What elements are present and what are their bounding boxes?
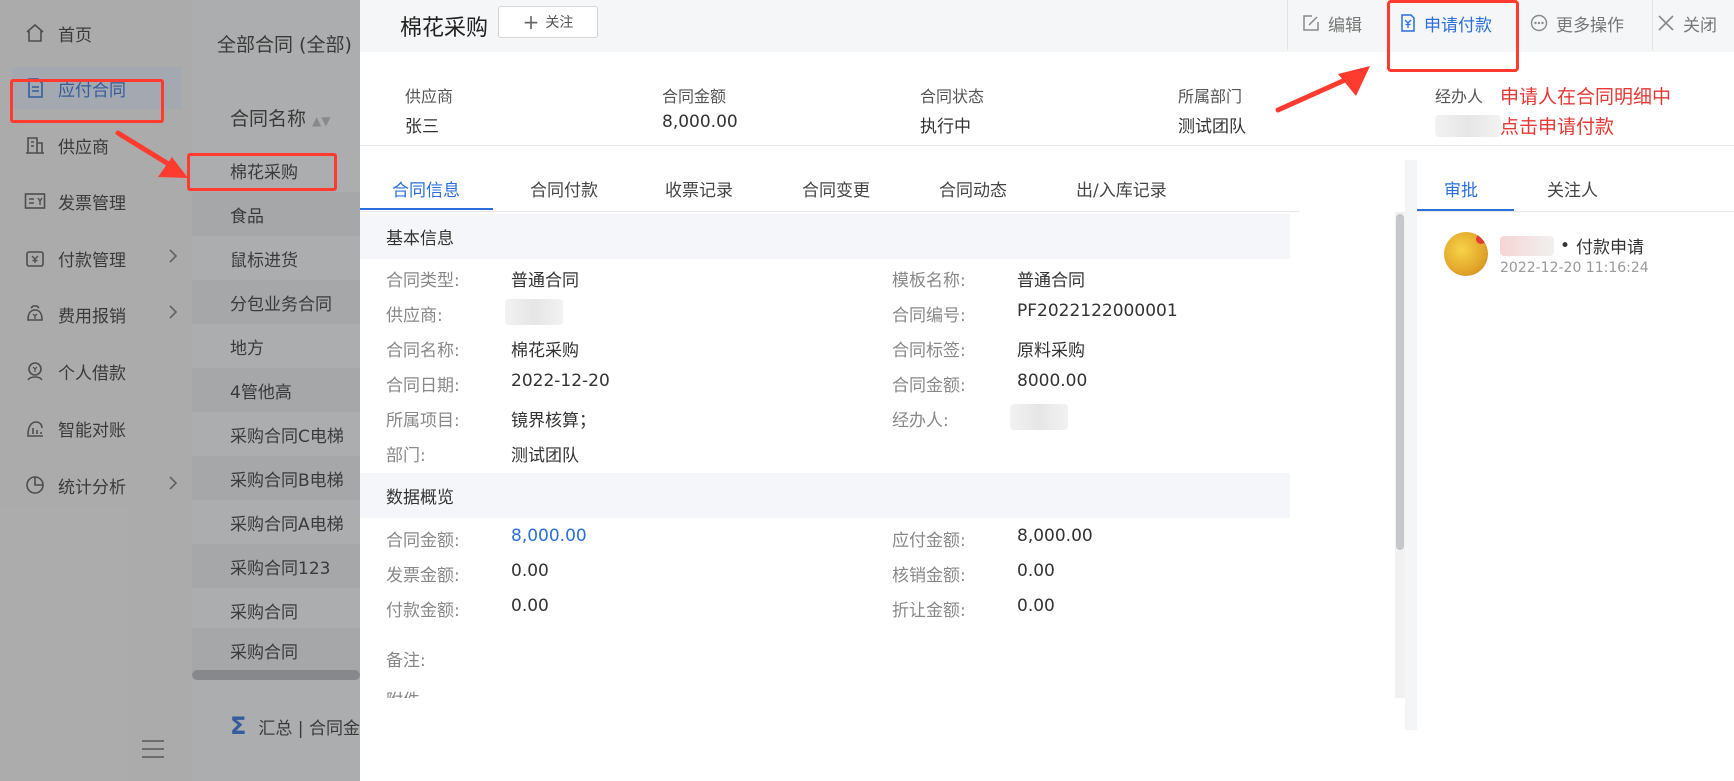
field-value: 棉花采购 [511, 341, 579, 361]
field-label: 合同金额: [386, 531, 460, 551]
field-label: 所属项目: [386, 411, 460, 431]
summary-amount-label: 合同金额 [662, 87, 727, 106]
close-label: 关闭 [1683, 15, 1717, 36]
divider [1287, 0, 1288, 50]
drawer-title: 棉花采购 [400, 16, 489, 41]
tab-followers[interactable]: 关注人 [1547, 176, 1598, 201]
highlight-box-nav [10, 79, 164, 123]
summary-amount-value: 8,000.00 [662, 112, 738, 132]
summary-handler-label: 经办人 [1435, 87, 1484, 106]
remark-label: 备注: [386, 651, 426, 671]
summary-supplier-value: 张三 [405, 117, 439, 137]
more-actions-label: 更多操作 [1556, 15, 1624, 36]
summary-dept-value: 测试团队 [1178, 117, 1246, 137]
close-icon [1657, 14, 1675, 32]
summary-status-label: 合同状态 [920, 87, 985, 106]
contract-detail-drawer: 棉花采购 + 关注 编辑 申请付款 更多操作 关闭 供应商 张三 合同金额 8,0… [360, 0, 1734, 781]
approval-time: 2022-12-20 11:16:24 [1500, 260, 1649, 276]
field-label: 发票金额: [386, 566, 460, 586]
approval-title: 付款申请 [1576, 238, 1645, 258]
field-value: 0.00 [511, 596, 549, 616]
contract-amount-link[interactable]: 8,000.00 [511, 526, 587, 546]
contract-info-panel: 基本信息 合同类型: 普通合同 模板名称: 普通合同 供应商: 合同编号: PF… [360, 212, 1300, 698]
field-label: 合同金额: [892, 376, 966, 396]
drawer-header: 棉花采购 + 关注 编辑 申请付款 更多操作 关闭 [360, 0, 1734, 52]
active-tab-indicator [1417, 209, 1514, 211]
field-value-redacted [505, 299, 563, 330]
field-value: 8,000.00 [1017, 526, 1093, 546]
annotation-text: 申请人在合同明细中 点击申请付款 [1500, 82, 1671, 142]
redacted-block [1500, 235, 1554, 256]
field-label: 合同编号: [892, 306, 966, 326]
section-data-overview: 数据概览 [360, 473, 1290, 518]
field-value: 2022-12-20 [511, 371, 610, 391]
annotation-line: 点击申请付款 [1500, 116, 1615, 138]
field-value: 普通合同 [1017, 271, 1085, 291]
field-value: 原料采购 [1017, 341, 1085, 361]
more-actions-button[interactable]: 更多操作 [1530, 0, 1624, 46]
redacted-block [1435, 115, 1501, 137]
field-label: 部门: [386, 446, 426, 466]
field-value: 测试团队 [511, 446, 579, 466]
highlight-box-apply-payment [1387, 0, 1519, 72]
field-label: 经办人: [892, 411, 949, 431]
tab-approval[interactable]: 审批 [1444, 176, 1478, 201]
follow-button[interactable]: + 关注 [498, 6, 598, 38]
redacted-block [1010, 404, 1068, 430]
plus-icon: + [522, 10, 540, 34]
edit-icon [1302, 14, 1320, 32]
tab-contract-activity[interactable]: 合同动态 [939, 176, 1007, 201]
summary-status-value: 执行中 [920, 117, 971, 137]
redacted-block [505, 299, 563, 325]
edit-button[interactable]: 编辑 [1302, 0, 1362, 46]
field-label: 折让金额: [892, 601, 966, 621]
tab-contract-payment[interactable]: 合同付款 [530, 176, 598, 201]
detail-tabs: 合同信息 合同付款 收票记录 合同变更 合同动态 出/入库记录 [360, 160, 1300, 212]
summary-supplier-label: 供应商 [405, 87, 454, 106]
tab-invoice-records[interactable]: 收票记录 [665, 176, 733, 201]
tab-contract-info[interactable]: 合同信息 [392, 176, 460, 201]
summary-dept-label: 所属部门 [1178, 87, 1243, 106]
side-tabs: 审批 关注人 [1417, 160, 1734, 212]
field-value: 8000.00 [1017, 371, 1088, 391]
section-basic-info: 基本信息 [360, 214, 1290, 259]
divider [1652, 0, 1653, 50]
active-tab-indicator [360, 208, 493, 210]
field-value: 0.00 [1017, 561, 1055, 581]
highlight-box-list [187, 153, 337, 191]
field-label: 核销金额: [892, 566, 966, 586]
summary-handler-value-redacted [1435, 115, 1501, 142]
edit-label: 编辑 [1328, 15, 1362, 36]
avatar [1444, 232, 1488, 276]
panel-divider [1405, 160, 1417, 730]
field-label: 合同日期: [386, 376, 460, 396]
field-label: 供应商: [386, 306, 443, 326]
field-label: 合同标签: [892, 341, 966, 361]
separator-dot: • [1560, 235, 1571, 256]
divider [360, 145, 1734, 146]
field-label: 付款金额: [386, 601, 460, 621]
field-value: 0.00 [511, 561, 549, 581]
field-value: 镜界核算； [511, 411, 596, 431]
field-label: 模板名称: [892, 271, 966, 291]
tab-stock-records[interactable]: 出/入库记录 [1076, 176, 1167, 201]
field-value: PF2022122000001 [1017, 301, 1178, 321]
field-value: 0.00 [1017, 596, 1055, 616]
field-label: 合同名称: [386, 341, 460, 361]
attachment-label: 附件 [386, 686, 420, 698]
approval-item[interactable]: • 付款申请 [1500, 233, 1644, 258]
close-button[interactable]: 关闭 [1657, 0, 1717, 46]
annotation-line: 申请人在合同明细中 [1500, 86, 1672, 108]
follow-label: 关注 [545, 15, 574, 31]
field-label: 合同类型: [386, 271, 460, 291]
notification-dot [1476, 234, 1486, 244]
vertical-scrollbar-thumb[interactable] [1396, 214, 1404, 550]
field-value-redacted [1010, 404, 1068, 435]
field-value: 普通合同 [511, 271, 579, 291]
field-label: 应付金额: [892, 531, 966, 551]
tab-contract-changes[interactable]: 合同变更 [802, 176, 870, 201]
more-icon [1530, 14, 1548, 32]
